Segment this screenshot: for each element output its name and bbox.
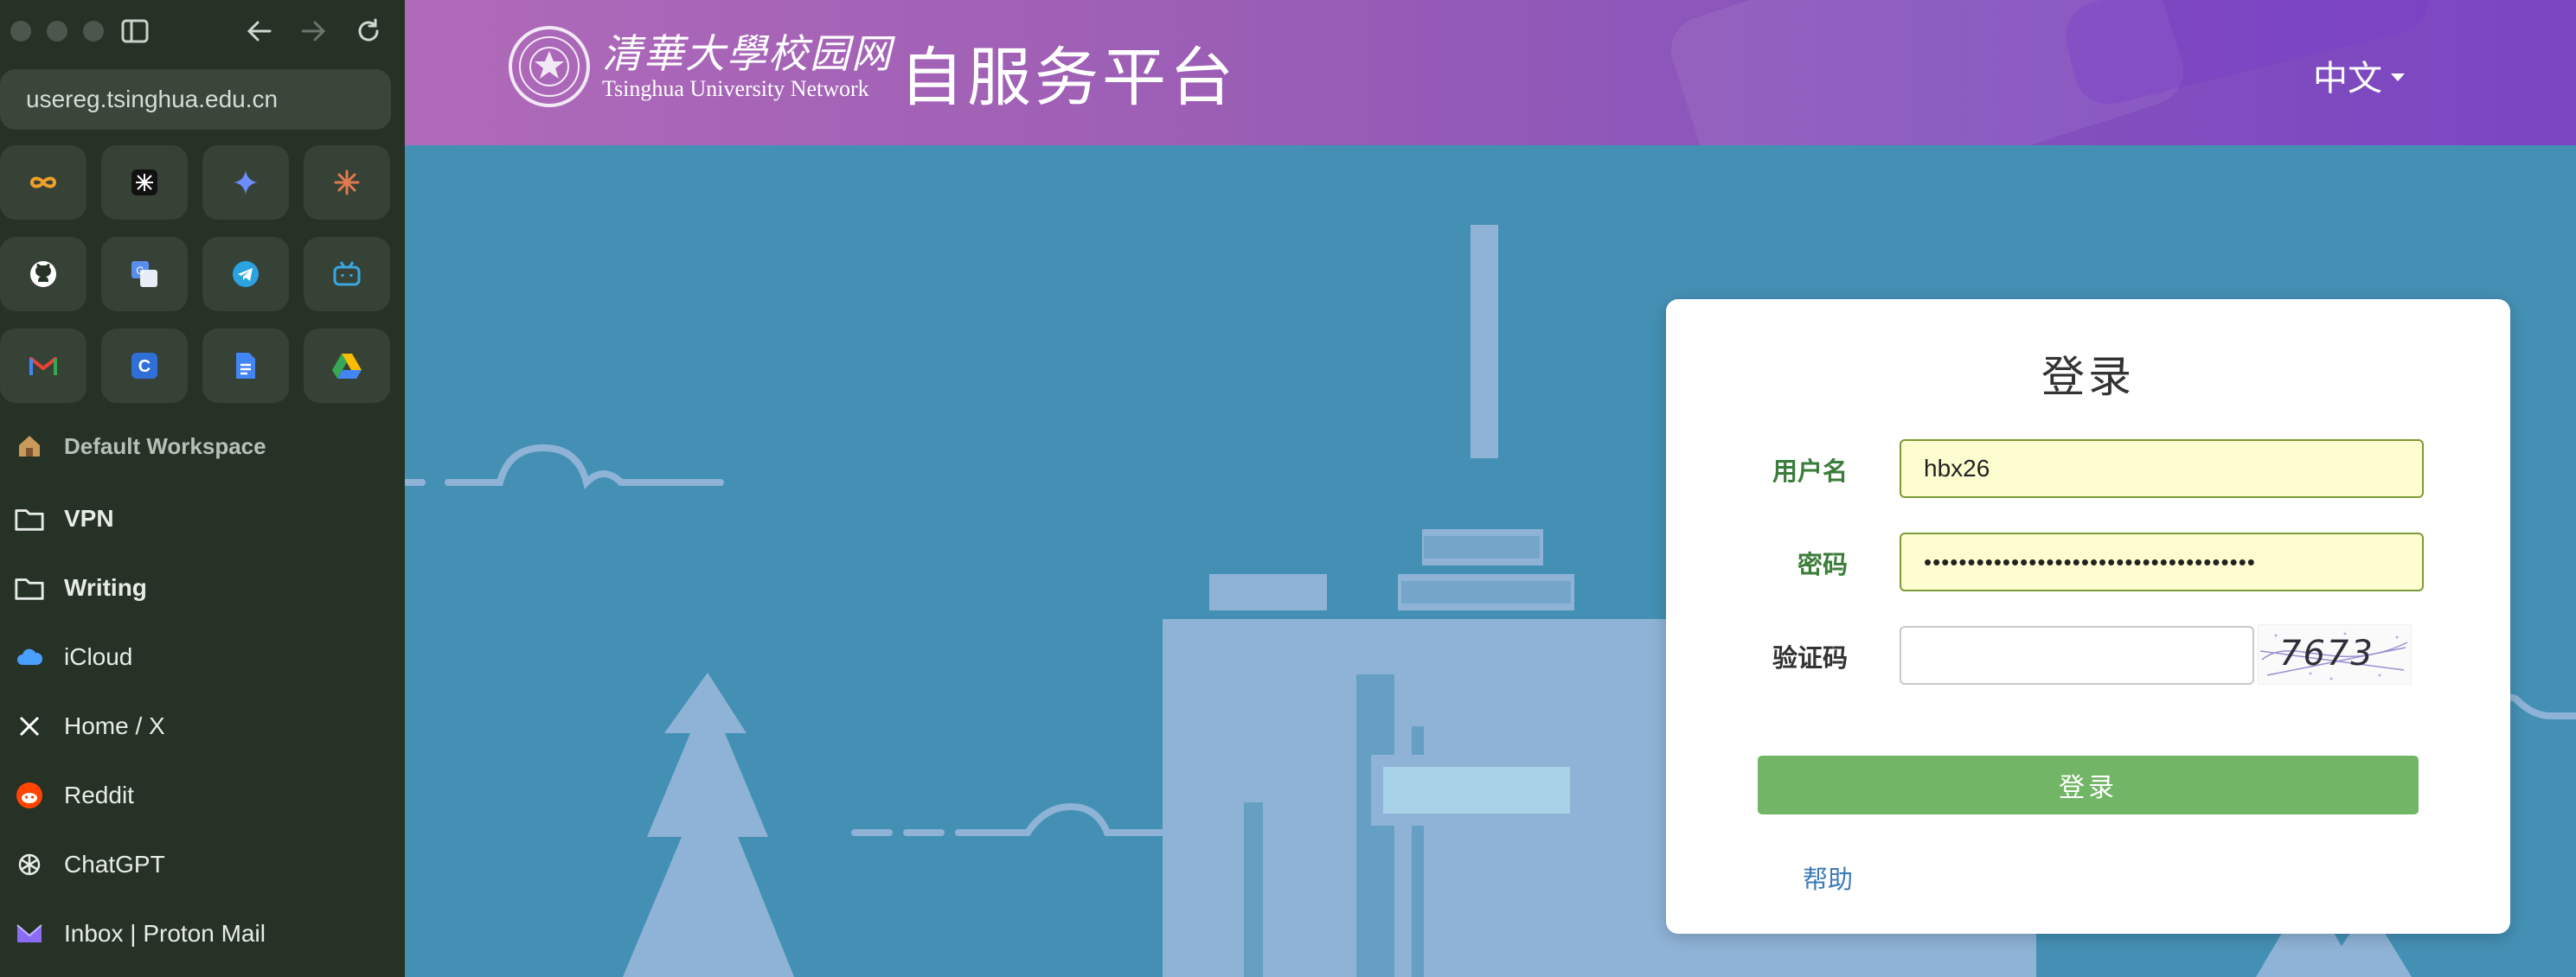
favorite-deepwiki[interactable] xyxy=(101,145,188,220)
icloud-icon xyxy=(14,642,45,673)
favorite-gmail[interactable] xyxy=(0,329,87,403)
login-button[interactable]: 登录 xyxy=(1758,756,2419,814)
favorite-google-translate[interactable]: G xyxy=(101,237,188,311)
back-button[interactable] xyxy=(240,12,279,50)
reddit-icon xyxy=(14,780,45,811)
browser-sidebar: usereg.tsinghua.edu.cn G C Default Works… xyxy=(0,0,405,977)
svg-text:G: G xyxy=(136,265,144,277)
tab-label: Inbox | Proton Mail xyxy=(64,920,266,947)
tab-label: ChatGPT xyxy=(64,851,165,878)
folder-label: VPN xyxy=(64,505,114,532)
password-field[interactable]: •••••••••••••••••••••••••••••••••••••• xyxy=(1900,533,2424,591)
google-translate-icon: G xyxy=(131,261,157,287)
favorite-telegram[interactable] xyxy=(202,237,289,311)
c-app-icon: C xyxy=(131,353,157,379)
claude-icon xyxy=(334,169,360,195)
x-icon xyxy=(14,711,45,742)
login-card: 登录 用户名 hbx26 密码 ••••••••••••••••••••••••… xyxy=(1666,299,2510,934)
telegram-icon xyxy=(233,261,259,287)
bilibili-icon xyxy=(333,261,361,286)
infinity-icon xyxy=(29,176,57,188)
sidebar-tab-chatgpt[interactable]: ChatGPT xyxy=(14,839,165,891)
login-title: 登录 xyxy=(2041,353,2135,401)
username-field[interactable]: hbx26 xyxy=(1900,439,2424,498)
password-label: 密码 xyxy=(1797,552,1848,579)
reload-button[interactable] xyxy=(349,12,388,50)
gemini-icon xyxy=(234,170,258,195)
close-window-button[interactable] xyxy=(10,21,31,42)
sidebar-tab-x[interactable]: Home / X xyxy=(14,700,165,752)
favorite-gemini[interactable] xyxy=(202,145,289,220)
logo-text: 清華大學校园网 Tsinghua University Network xyxy=(602,31,893,102)
deepwiki-icon xyxy=(131,169,157,195)
captcha-input[interactable] xyxy=(1900,626,2254,685)
arrow-left-icon xyxy=(247,21,272,42)
sidebar-folder-writing[interactable]: Writing xyxy=(14,562,147,614)
favorite-google-drive[interactable] xyxy=(304,329,390,403)
tab-label: iCloud xyxy=(64,643,133,670)
tab-label: Home / X xyxy=(64,712,165,739)
forward-button[interactable] xyxy=(294,12,332,50)
sidebar-folder-vpn[interactable]: VPN xyxy=(14,493,114,545)
pinned-favorites: G C xyxy=(0,145,391,403)
sidebar-toggle-icon xyxy=(121,19,149,43)
favorite-claude[interactable] xyxy=(304,145,390,220)
platform-title: 自服务平台 xyxy=(900,42,1237,113)
logo-english: Tsinghua University Network xyxy=(602,76,869,101)
google-drive-icon xyxy=(332,354,362,379)
language-dropdown[interactable]: 中文 xyxy=(2313,50,2405,100)
sidebar-tab-reddit[interactable]: Reddit xyxy=(14,769,134,821)
logo-chinese: 清華大學校园网 xyxy=(602,30,893,77)
address-bar-url: usereg.tsinghua.edu.cn xyxy=(26,86,279,112)
captcha-image[interactable]: 7673 xyxy=(2258,624,2412,685)
arrow-right-icon xyxy=(301,21,326,42)
favorite-bilibili[interactable] xyxy=(304,237,390,311)
proton-mail-icon xyxy=(14,918,45,949)
workspace-name: Default Workspace xyxy=(64,432,266,459)
tsinghua-seal-icon xyxy=(509,26,590,107)
favorite-google-docs[interactable] xyxy=(202,329,289,403)
favorite-infinity[interactable] xyxy=(0,145,87,220)
folder-icon xyxy=(14,572,45,603)
workspace-switcher[interactable]: Default Workspace xyxy=(14,420,266,472)
language-label: 中文 xyxy=(2313,60,2382,98)
minimize-window-button[interactable] xyxy=(47,21,67,42)
toggle-sidebar-button[interactable] xyxy=(116,12,154,50)
svg-text:C: C xyxy=(138,357,151,376)
address-bar[interactable]: usereg.tsinghua.edu.cn xyxy=(0,69,391,130)
captcha-label: 验证码 xyxy=(1772,645,1848,673)
window-controls xyxy=(10,21,104,42)
favorite-c-app[interactable]: C xyxy=(101,329,188,403)
site-header: 清華大學校园网 Tsinghua University Network 自服务平… xyxy=(405,0,2576,145)
folder-icon xyxy=(14,503,45,534)
tab-label: Reddit xyxy=(64,782,134,808)
gmail-icon xyxy=(29,357,57,375)
caret-down-icon xyxy=(2391,73,2405,81)
sidebar-tab-proton-mail[interactable]: Inbox | Proton Mail xyxy=(14,908,266,960)
google-docs-icon xyxy=(236,353,255,379)
sidebar-tab-icloud[interactable]: iCloud xyxy=(14,631,132,683)
reload-icon xyxy=(358,18,379,42)
github-icon xyxy=(30,261,56,287)
captcha-text: 7673 xyxy=(2279,634,2374,674)
folder-label: Writing xyxy=(64,574,147,601)
house-icon xyxy=(14,431,45,462)
chatgpt-icon xyxy=(14,849,45,880)
favorite-github[interactable] xyxy=(0,237,87,311)
web-page: 清華大學校园网 Tsinghua University Network 自服务平… xyxy=(405,0,2576,977)
university-logo[interactable]: 清華大學校园网 Tsinghua University Network xyxy=(509,26,893,107)
zoom-window-button[interactable] xyxy=(83,21,104,42)
help-link[interactable]: 帮助 xyxy=(1803,859,1853,896)
username-label: 用户名 xyxy=(1772,458,1848,486)
